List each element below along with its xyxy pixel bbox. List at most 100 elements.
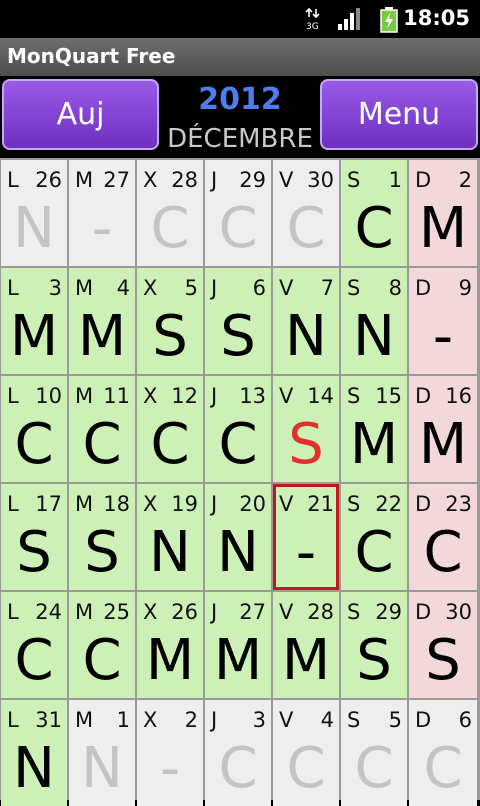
shift-code: C	[218, 736, 258, 801]
weekday-letter: X	[143, 276, 158, 300]
date-number: 30	[307, 168, 334, 192]
shift-code: C	[82, 628, 122, 693]
weekday-letter: X	[143, 708, 158, 732]
day-cell[interactable]: M 11 C	[69, 376, 135, 482]
day-cell[interactable]: M 25 C	[69, 592, 135, 698]
day-cell[interactable]: V 7 N	[273, 268, 339, 374]
calendar-header: Auj 2012 DÉCEMBRE Menu	[0, 76, 480, 158]
day-cell[interactable]: M1 N	[69, 700, 135, 806]
day-cell[interactable]: X 2-	[137, 700, 203, 806]
weekday-letter: M	[75, 276, 94, 300]
day-cell[interactable]: V 28 M	[273, 592, 339, 698]
day-cell[interactable]: X 28 C	[137, 160, 203, 266]
date-number: 20	[239, 492, 266, 516]
day-cell[interactable]: X 12 C	[137, 376, 203, 482]
day-cell[interactable]: L 17 S	[1, 484, 67, 590]
day-cell[interactable]: X 26 M	[137, 592, 203, 698]
menu-button[interactable]: Menu	[320, 79, 478, 150]
shift-code: C	[218, 196, 258, 261]
month-label: DÉCEMBRE	[167, 124, 313, 154]
day-cell[interactable]: J 13 C	[205, 376, 271, 482]
shift-code: S	[152, 304, 188, 369]
shift-code: S	[16, 520, 52, 585]
date-number: 8	[388, 276, 402, 300]
day-cell[interactable]: S 15 M	[341, 376, 407, 482]
weekday-letter: J	[211, 276, 218, 300]
date-number: 14	[307, 384, 334, 408]
status-bar: 3G 18:05	[0, 0, 480, 38]
day-cell[interactable]: L 24 C	[1, 592, 67, 698]
date-number: 25	[103, 600, 130, 624]
day-cell[interactable]: L 26 N	[1, 160, 67, 266]
date-number: 9	[458, 276, 472, 300]
day-cell[interactable]: V 21 -	[273, 484, 339, 590]
weekday-letter: L	[7, 168, 19, 192]
shift-code: -	[432, 304, 454, 369]
weekday-letter: X	[143, 492, 158, 516]
weekday-letter: L	[7, 600, 19, 624]
date-number: 3	[252, 708, 266, 732]
shift-code: C	[150, 412, 190, 477]
day-cell[interactable]: J 27 M	[205, 592, 271, 698]
date-number: 13	[239, 384, 266, 408]
date-number: 31	[35, 708, 62, 732]
day-cell[interactable]: M 18 S	[69, 484, 135, 590]
date-number: 7	[320, 276, 334, 300]
weekday-letter: D	[415, 276, 432, 300]
day-cell[interactable]: D 2 M	[409, 160, 477, 266]
date-number: 26	[35, 168, 62, 192]
date-number: 16	[445, 384, 472, 408]
day-cell[interactable]: J 6 S	[205, 268, 271, 374]
day-cell[interactable]: D 9-	[409, 268, 477, 374]
day-cell[interactable]: L 3 M	[1, 268, 67, 374]
date-number: 29	[239, 168, 266, 192]
day-cell[interactable]: V 30 C	[273, 160, 339, 266]
weekday-letter: X	[143, 384, 158, 408]
shift-code: N	[81, 736, 123, 801]
day-cell[interactable]: V 4 C	[273, 700, 339, 806]
weekday-letter: M	[75, 492, 94, 516]
day-cell[interactable]: J 29 C	[205, 160, 271, 266]
day-cell[interactable]: S 22 C	[341, 484, 407, 590]
date-number: 1	[116, 708, 130, 732]
date-number: 27	[103, 168, 130, 192]
app-title-bar: MonQuart Free	[0, 38, 480, 76]
day-cell[interactable]: D 6 C	[409, 700, 477, 806]
day-cell[interactable]: L 31 N	[1, 700, 67, 806]
day-cell[interactable]: J 3 C	[205, 700, 271, 806]
day-cell[interactable]: S 5 C	[341, 700, 407, 806]
day-cell[interactable]: X 5 S	[137, 268, 203, 374]
shift-code: C	[14, 628, 54, 693]
date-number: 21	[307, 492, 334, 516]
shift-code: C	[354, 736, 394, 801]
day-cell[interactable]: X 19 N	[137, 484, 203, 590]
day-cell[interactable]: D 30 S	[409, 592, 477, 698]
date-number: 28	[171, 168, 198, 192]
weekday-letter: V	[279, 600, 294, 624]
day-cell[interactable]: S 8 N	[341, 268, 407, 374]
day-cell[interactable]: D 16 M	[409, 376, 477, 482]
shift-code: S	[84, 520, 120, 585]
weekday-letter: X	[143, 600, 158, 624]
weekday-letter: S	[347, 492, 361, 516]
date-number: 1	[388, 168, 402, 192]
day-cell[interactable]: J 20 N	[205, 484, 271, 590]
date-number: 15	[375, 384, 402, 408]
shift-code: S	[425, 628, 461, 693]
day-cell[interactable]: D 23 C	[409, 484, 477, 590]
day-cell[interactable]: L 10 C	[1, 376, 67, 482]
weekday-letter: V	[279, 384, 294, 408]
today-button[interactable]: Auj	[2, 79, 159, 150]
shift-code: N	[149, 520, 191, 585]
day-cell[interactable]: S 29 S	[341, 592, 407, 698]
day-cell[interactable]: S 1 C	[341, 160, 407, 266]
shift-code: S	[220, 304, 256, 369]
date-number: 22	[375, 492, 402, 516]
shift-code: M	[9, 304, 59, 369]
shift-code: N	[13, 736, 55, 801]
day-cell[interactable]: M4M	[69, 268, 135, 374]
day-cell[interactable]: M 27 -	[69, 160, 135, 266]
weekday-letter: V	[279, 276, 294, 300]
weekday-letter: D	[415, 168, 432, 192]
day-cell[interactable]: V 14 S	[273, 376, 339, 482]
